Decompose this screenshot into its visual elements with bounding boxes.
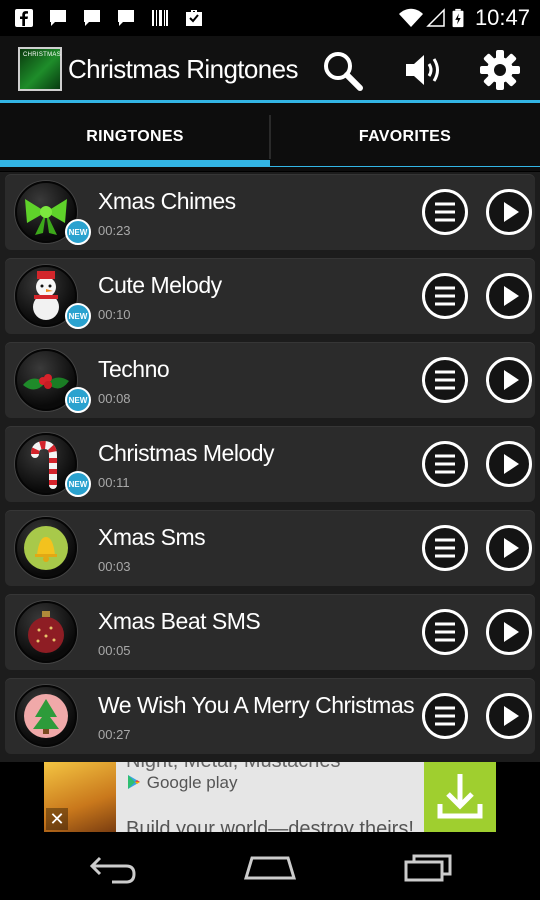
search-icon[interactable] <box>320 48 364 92</box>
wifi-icon <box>399 8 423 27</box>
ringtone-image <box>15 517 77 579</box>
ornament-icon <box>28 611 64 653</box>
system-nav-bar <box>0 832 540 900</box>
tab-underline <box>270 166 540 167</box>
ringtone-list[interactable]: NEW Xmas Chimes 00:23 NEW Cute Melody 00… <box>0 172 540 762</box>
menu-button[interactable] <box>422 273 468 319</box>
clock: 10:47 <box>474 5 530 30</box>
tab-favorites[interactable]: FAVORITES <box>270 103 540 171</box>
play-button[interactable] <box>486 441 532 487</box>
ringtone-duration: 00:03 <box>98 559 131 574</box>
new-badge: NEW <box>65 219 91 245</box>
download-icon <box>437 774 483 819</box>
status-bar: 10:47 <box>0 0 540 36</box>
ad-tagline: Night, Metal, Mustaches <box>126 762 341 773</box>
action-bar: CHRISTMAS Christmas Ringtones <box>0 36 540 100</box>
play-icon <box>504 286 519 306</box>
menu-icon <box>435 706 455 726</box>
volume-icon[interactable] <box>402 48 446 92</box>
app-logo-text: CHRISTMAS <box>23 52 62 58</box>
facebook-icon <box>15 9 33 27</box>
play-button[interactable] <box>486 693 532 739</box>
menu-button[interactable] <box>422 693 468 739</box>
new-badge: NEW <box>65 387 91 413</box>
menu-button[interactable] <box>422 609 468 655</box>
list-item[interactable]: NEW Techno 00:08 <box>5 342 535 418</box>
ringtone-image <box>15 685 77 747</box>
menu-icon <box>435 622 455 642</box>
menu-button[interactable] <box>422 189 468 235</box>
play-button[interactable] <box>486 357 532 403</box>
play-button[interactable] <box>486 273 532 319</box>
list-item[interactable]: We Wish You A Merry Christmas 00:27 <box>5 678 535 754</box>
list-item[interactable]: NEW Xmas Chimes 00:23 <box>5 174 535 250</box>
ringtone-title: We Wish You A Merry Christmas <box>98 692 415 718</box>
tab-selected-indicator <box>0 160 270 167</box>
ringtone-duration: 00:23 <box>98 223 131 238</box>
menu-icon <box>435 370 455 390</box>
menu-icon <box>435 454 455 474</box>
play-icon <box>504 622 519 642</box>
menu-button[interactable] <box>422 441 468 487</box>
ringtone-image <box>15 601 77 663</box>
ringtone-duration: 00:08 <box>98 391 131 406</box>
play-icon <box>504 706 519 726</box>
play-icon <box>504 454 519 474</box>
message-icon <box>84 10 100 26</box>
message-icon <box>118 10 134 26</box>
ringtone-duration: 00:10 <box>98 307 131 322</box>
play-icon <box>504 370 519 390</box>
tree-icon <box>24 694 68 738</box>
back-icon[interactable] <box>82 846 142 886</box>
google-play-icon <box>128 775 140 789</box>
ringtone-title: Xmas Sms <box>98 524 206 550</box>
google-play-label: Google play <box>126 773 237 793</box>
ad-description: Build your world—destroy theirs! <box>126 818 414 832</box>
ringtone-title: Xmas Beat SMS <box>98 608 261 634</box>
menu-button[interactable] <box>422 357 468 403</box>
ringtone-duration: 00:05 <box>98 643 131 658</box>
home-icon[interactable] <box>240 846 300 886</box>
settings-icon[interactable] <box>478 48 522 92</box>
message-icon <box>50 10 66 26</box>
ringtone-title: Xmas Chimes <box>98 188 236 214</box>
ad-banner[interactable]: ✕ Night, Metal, Mustaches Google play Bu… <box>44 762 496 832</box>
ringtone-title: Techno <box>98 356 170 382</box>
app-title: Christmas Ringtones <box>68 54 299 84</box>
play-button[interactable] <box>486 525 532 571</box>
ringtone-title: Cute Melody <box>98 272 222 298</box>
briefcase-icon <box>186 10 202 26</box>
ad-close-button[interactable]: ✕ <box>46 808 68 830</box>
new-badge: NEW <box>65 471 91 497</box>
list-item[interactable]: Xmas Sms 00:03 <box>5 510 535 586</box>
recent-apps-icon[interactable] <box>398 846 458 886</box>
ringtone-duration: 00:11 <box>98 475 130 490</box>
signal-icon <box>426 8 445 27</box>
new-badge: NEW <box>65 303 91 329</box>
bell-icon <box>24 526 68 570</box>
ringtone-title: Christmas Melody <box>98 440 275 466</box>
google-play-text: Google play <box>146 773 238 792</box>
menu-icon <box>435 286 455 306</box>
menu-icon <box>435 538 455 558</box>
list-item[interactable]: Xmas Beat SMS 00:05 <box>5 594 535 670</box>
ringtone-duration: 00:27 <box>98 727 131 742</box>
play-button[interactable] <box>486 609 532 655</box>
play-button[interactable] <box>486 189 532 235</box>
list-item[interactable]: NEW Cute Melody 00:10 <box>5 258 535 334</box>
play-icon <box>504 538 519 558</box>
ad-game-image[interactable]: ✕ <box>44 762 116 832</box>
list-item[interactable]: NEW Christmas Melody 00:11 <box>5 426 535 502</box>
battery-charging-icon <box>452 8 464 28</box>
menu-icon <box>435 202 455 222</box>
menu-button[interactable] <box>422 525 468 571</box>
ad-download-button[interactable] <box>424 762 496 832</box>
barcode-icon <box>152 10 168 26</box>
play-icon <box>504 202 519 222</box>
app-logo[interactable]: CHRISTMAS <box>18 47 62 91</box>
